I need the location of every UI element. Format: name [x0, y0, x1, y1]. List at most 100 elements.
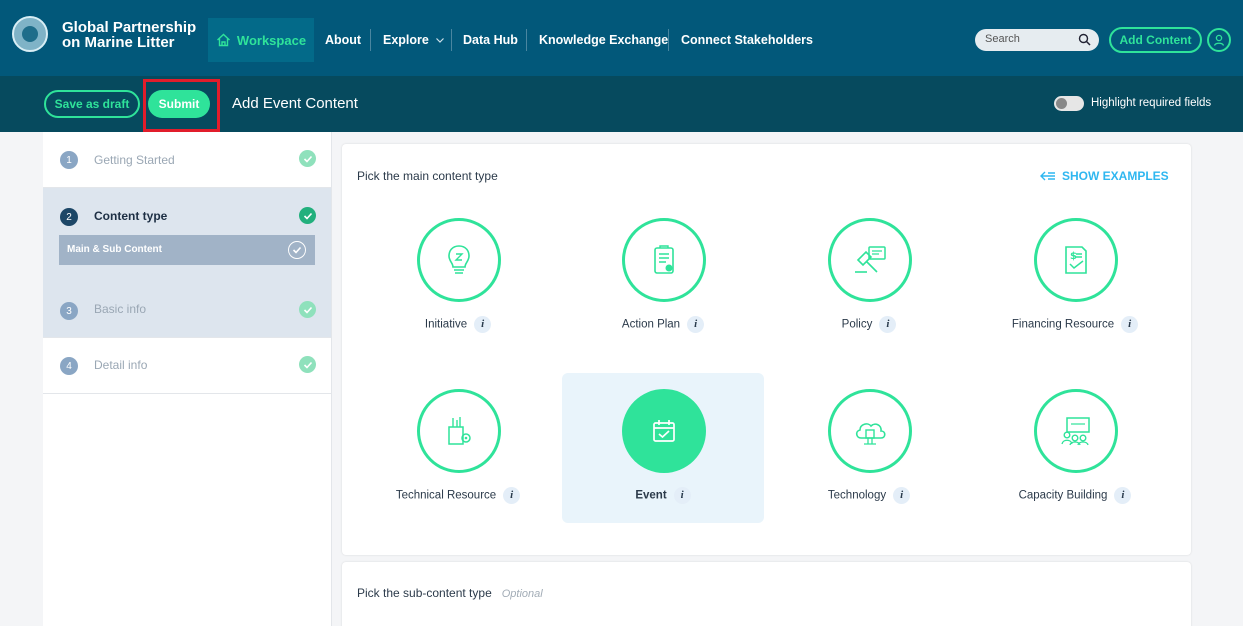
tile-label: Policy i: [768, 316, 970, 333]
submit-button[interactable]: Submit: [148, 90, 210, 118]
info-icon[interactable]: i: [1121, 316, 1139, 333]
search-icon[interactable]: [1078, 33, 1091, 46]
tile-text: Technology: [827, 489, 887, 502]
chevron-down-icon: [436, 38, 445, 43]
nav-explore[interactable]: Explore: [383, 33, 445, 47]
tile-text: Technical Resource: [395, 489, 497, 502]
tile-text: Policy: [841, 318, 873, 331]
main-content-type-card: Pick the main content type SHOW EXAMPLES…: [342, 144, 1191, 555]
info-icon[interactable]: i: [474, 316, 492, 333]
nav-workspace-label: Workspace: [236, 32, 307, 48]
page-title: Add Event Content: [232, 95, 358, 112]
substep-main-sub-content[interactable]: Main & Sub Content: [59, 235, 315, 265]
info-icon[interactable]: i: [687, 316, 705, 333]
top-navigation: Global Partnership on Marine Litter Work…: [0, 0, 1243, 76]
nav-about[interactable]: About: [325, 33, 361, 47]
add-content-button[interactable]: Add Content: [1109, 27, 1202, 53]
tile-technical-resource[interactable]: Technical Resource i: [357, 373, 559, 523]
home-icon: [216, 33, 230, 47]
tile-technology[interactable]: Technology i: [768, 373, 970, 523]
nav-workspace[interactable]: Workspace: [208, 18, 314, 62]
step-label: Basic info: [94, 302, 147, 316]
step-number: 3: [60, 302, 78, 320]
info-icon[interactable]: i: [893, 487, 911, 504]
nav-divider: [451, 29, 452, 51]
tile-policy[interactable]: Policy i: [768, 202, 970, 352]
nav-connect-stakeholders[interactable]: Connect Stakeholders: [681, 33, 813, 47]
sub-content-title-text: Pick the sub-content type: [357, 586, 492, 600]
step-number: 1: [60, 151, 78, 169]
tile-label: Technical Resource i: [357, 487, 559, 504]
info-icon[interactable]: i: [503, 487, 521, 504]
save-draft-button[interactable]: Save as draft: [44, 90, 140, 118]
highlight-required-toggle[interactable]: [1054, 96, 1084, 111]
nav-data-hub[interactable]: Data Hub: [463, 33, 518, 47]
tools-icon: [417, 389, 501, 473]
tile-label: Event i: [562, 487, 764, 504]
check-circle-icon: [288, 241, 306, 259]
steps-sidebar: 1 Getting Started 2 Content type Main & …: [43, 132, 332, 626]
step-basic-info[interactable]: 3 Basic info: [43, 282, 331, 338]
brand-line-1: Global Partnership: [62, 19, 197, 36]
tile-action-plan[interactable]: Action Plan i: [562, 202, 764, 352]
tile-text: Capacity Building: [1018, 489, 1108, 502]
check-icon: [299, 301, 316, 318]
search-input[interactable]: [985, 33, 1075, 45]
tile-text: Action Plan: [621, 318, 681, 331]
invoice-icon: $: [1034, 218, 1118, 302]
show-examples-label: SHOW EXAMPLES: [1062, 169, 1169, 183]
user-profile-button[interactable]: [1207, 28, 1231, 52]
info-icon[interactable]: i: [879, 316, 897, 333]
brand-line-2: on Marine Litter: [62, 34, 175, 51]
svg-text:$: $: [1070, 251, 1077, 262]
sub-content-type-card: Pick the sub-content type Optional: [342, 562, 1191, 626]
nav-divider: [526, 29, 527, 51]
tile-label: Action Plan i: [562, 316, 764, 333]
info-icon[interactable]: i: [673, 487, 691, 504]
nav-knowledge-exchange[interactable]: Knowledge Exchange: [539, 33, 668, 47]
step-label: Getting Started: [94, 153, 175, 167]
show-examples-link[interactable]: SHOW EXAMPLES: [1040, 169, 1169, 183]
gpml-logo[interactable]: [12, 16, 48, 52]
check-icon: [299, 150, 316, 167]
lightbulb-icon: [417, 218, 501, 302]
tile-financing-resource[interactable]: $ Financing Resource i: [974, 202, 1176, 352]
highlight-required-label: Highlight required fields: [1091, 97, 1212, 109]
step-detail-info[interactable]: 4 Detail info: [43, 338, 331, 394]
tile-event[interactable]: Event i: [562, 373, 764, 523]
tile-label: Capacity Building i: [974, 487, 1176, 504]
nav-divider: [370, 29, 371, 51]
cloud-chip-icon: [828, 389, 912, 473]
sub-content-title: Pick the sub-content type Optional: [357, 586, 543, 600]
check-icon: [299, 356, 316, 373]
step-number: 4: [60, 357, 78, 375]
tile-label: Financing Resource i: [974, 316, 1176, 333]
tile-text: Initiative: [424, 318, 468, 331]
info-icon[interactable]: i: [1114, 487, 1132, 504]
gavel-icon: [828, 218, 912, 302]
check-icon: [299, 207, 316, 224]
training-icon: [1034, 389, 1118, 473]
step-number: 2: [60, 208, 78, 226]
tile-label: Technology i: [768, 487, 970, 504]
tile-initiative[interactable]: Initiative i: [357, 202, 559, 352]
tile-text: Event: [635, 489, 667, 502]
arrow-left-icon: [1040, 171, 1055, 181]
substep-label: Main & Sub Content: [67, 244, 162, 255]
tile-label: Initiative i: [357, 316, 559, 333]
tile-text: Financing Resource: [1011, 318, 1115, 331]
step-getting-started[interactable]: 1 Getting Started: [43, 132, 331, 188]
user-icon: [1213, 34, 1225, 46]
brand-name[interactable]: Global Partnership on Marine Litter: [62, 20, 196, 50]
form-action-bar: Save as draft Submit Add Event Content H…: [0, 76, 1243, 132]
calendar-icon: [622, 389, 706, 473]
clipboard-icon: [622, 218, 706, 302]
search-box: [975, 29, 1099, 51]
nav-explore-label: Explore: [383, 33, 429, 47]
optional-tag: Optional: [501, 588, 543, 600]
card-title: Pick the main content type: [357, 169, 498, 183]
step-label: Content type: [94, 209, 168, 223]
step-label: Detail info: [94, 358, 148, 372]
nav-divider: [668, 29, 669, 51]
tile-capacity-building[interactable]: Capacity Building i: [974, 373, 1176, 523]
